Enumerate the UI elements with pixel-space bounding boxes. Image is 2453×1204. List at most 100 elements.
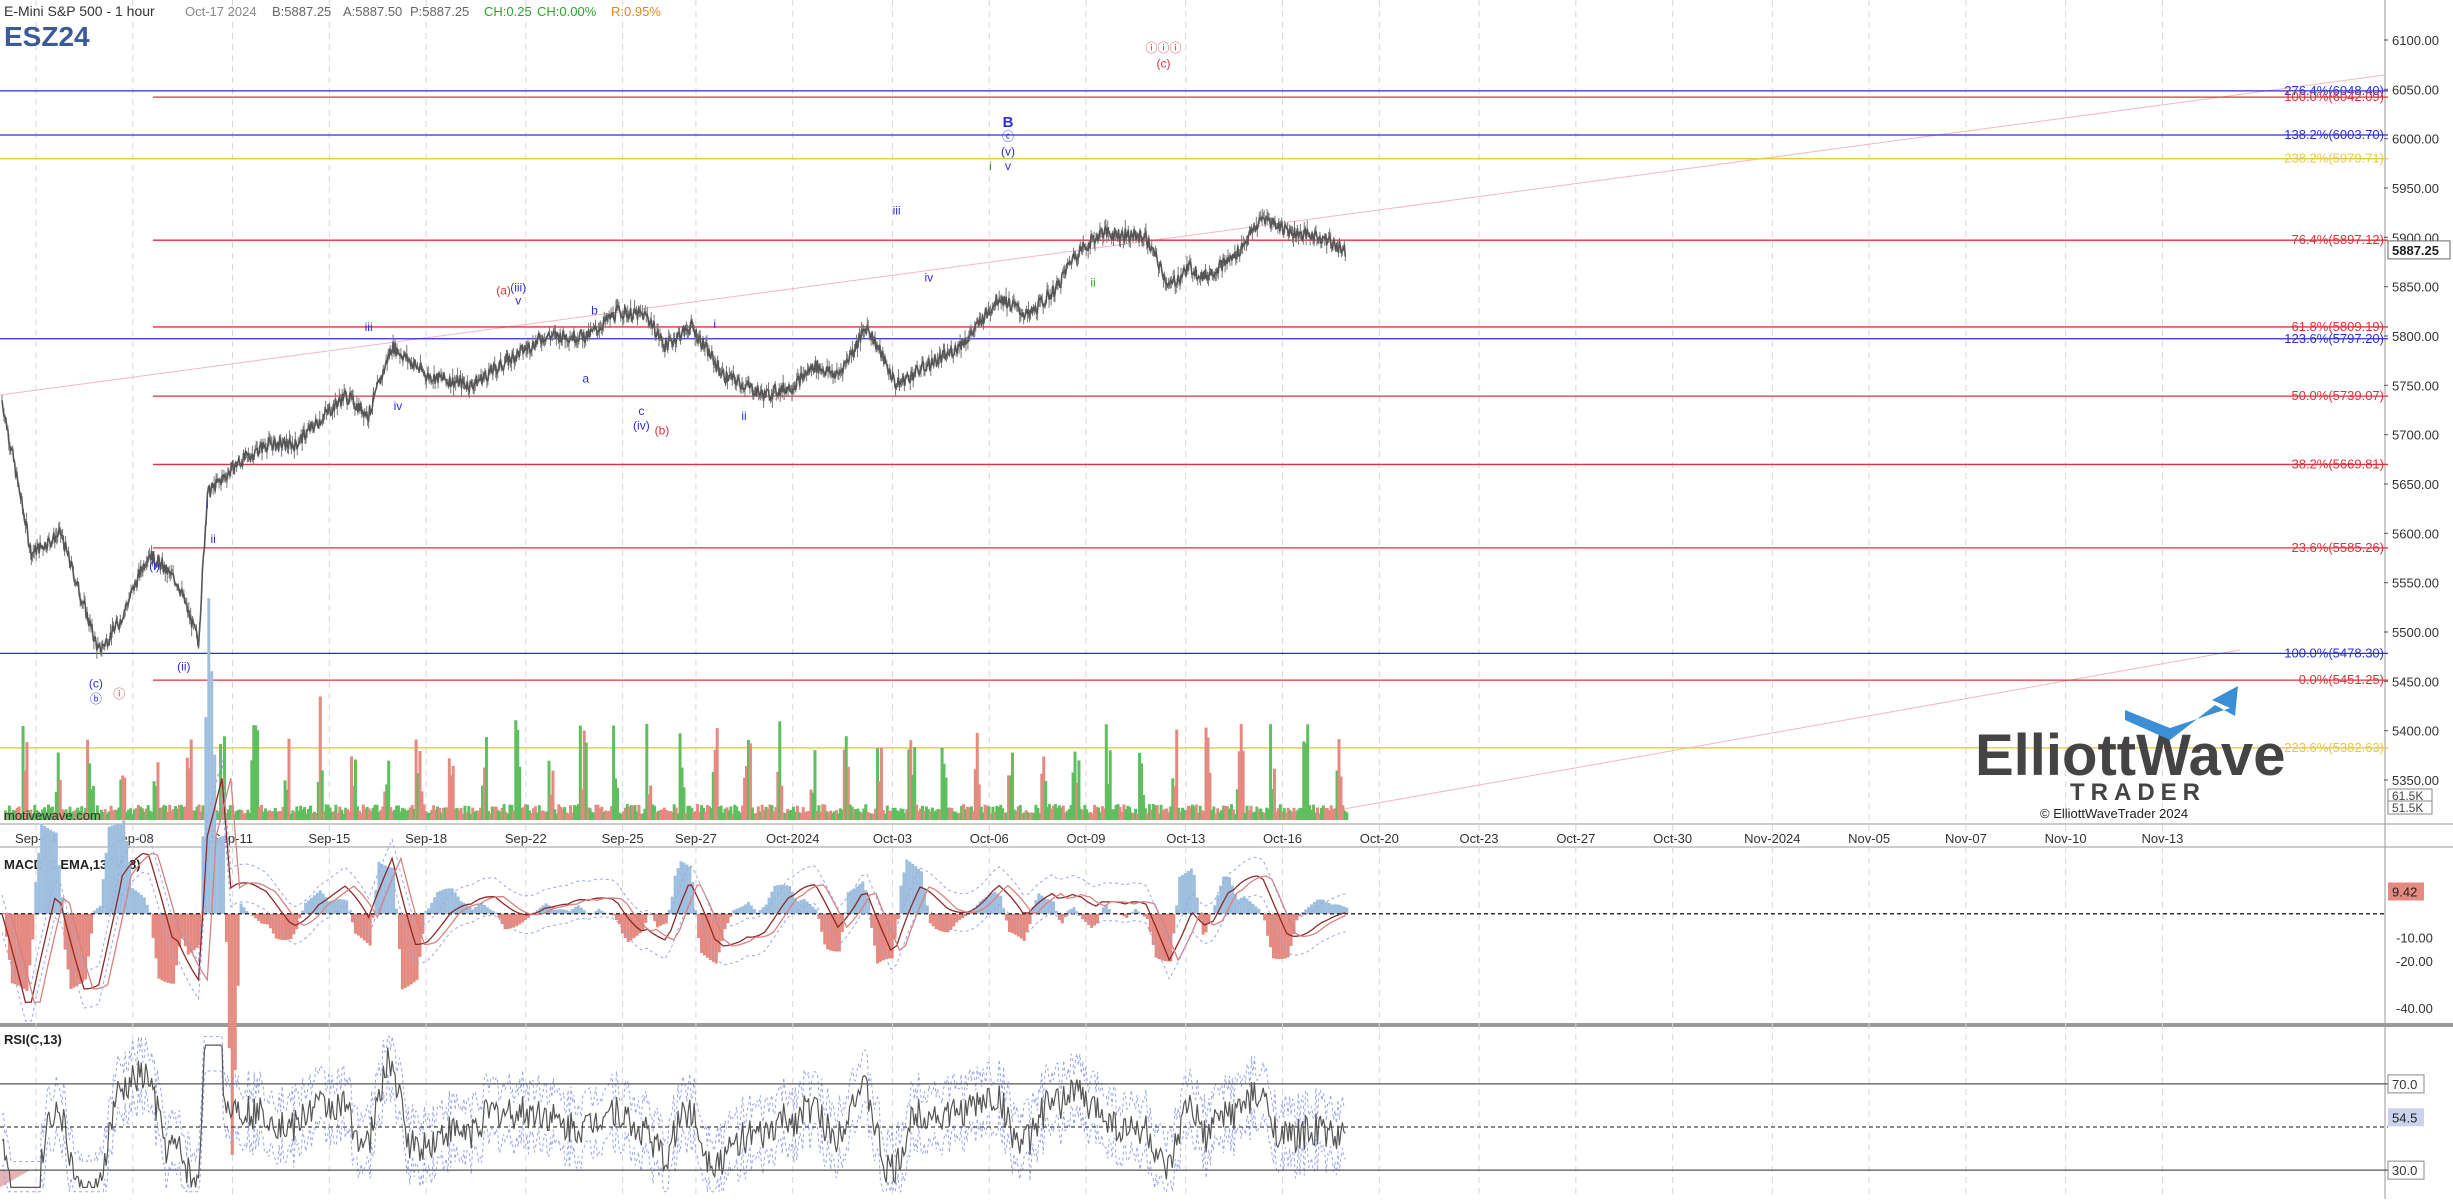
fib-level-label: 123.6%(5797.20) — [2284, 331, 2384, 346]
macd-hist-bar — [750, 906, 753, 914]
macd-hist-bar — [34, 882, 37, 914]
macd-hist-bar — [812, 907, 815, 914]
macd-hist-bar — [339, 899, 342, 914]
wave-label: (c) — [89, 676, 103, 690]
time-tick-label: Oct-27 — [1556, 831, 1595, 846]
macd-hist-bar — [46, 828, 49, 914]
macd-hist-bar — [1134, 909, 1137, 914]
macd-hist-bar — [952, 914, 955, 927]
fib-level-label: 100.0%(5478.30) — [2284, 645, 2384, 660]
macd-hist-bar — [351, 914, 354, 923]
macd-hist-bar — [477, 905, 480, 914]
macd-hist-bar — [1026, 914, 1029, 933]
price-tick-label: 5850.00 — [2392, 280, 2439, 295]
macd-last-label: 9.42 — [2392, 885, 2417, 900]
price-tick-label: 5950.00 — [2392, 181, 2439, 196]
time-tick-label: Oct-2024 — [766, 831, 819, 846]
macd-hist-bar — [1096, 914, 1099, 924]
macd-hist-bar — [943, 914, 946, 932]
wave-label: iii — [893, 204, 901, 218]
macd-hist-bar — [1334, 904, 1337, 913]
symbol-label: ESZ24 — [4, 21, 90, 52]
macd-hist-bar — [797, 901, 800, 914]
macd-hist-bar — [108, 827, 111, 914]
wave-label: ii — [741, 409, 746, 423]
wave-label: i — [206, 498, 209, 512]
macd-hist-bar — [157, 914, 160, 979]
chart-window: 276.4%(6048.40)100.0%(6042.09)138.2%(600… — [0, 0, 2453, 1199]
macd-hist-bar — [234, 914, 237, 1070]
macd-hist-bar — [1246, 899, 1249, 914]
price-tick-label: 6100.00 — [2392, 33, 2439, 48]
time-tick-label: Nov-2024 — [1744, 831, 1800, 846]
macd-hist-bar — [1087, 914, 1090, 925]
macd-hist-bar — [1073, 907, 1076, 914]
macd-hist-bar — [275, 914, 278, 939]
macd-hist-bar — [287, 914, 290, 940]
price-tick-label: 5600.00 — [2392, 526, 2439, 541]
macd-hist-bar — [474, 907, 477, 914]
macd-hist-bar — [269, 914, 272, 928]
macd-hist-bar — [427, 908, 430, 913]
macd-hist-bar — [932, 914, 935, 927]
macd-hist-bar — [1272, 914, 1275, 959]
time-axis: Sep-04Sep-08Sep-11Sep-15Sep-18Sep-22Sep-… — [15, 831, 2183, 846]
macd-hist-bar — [1328, 903, 1331, 914]
chart-svg: 276.4%(6048.40)100.0%(6042.09)138.2%(600… — [0, 0, 2453, 1199]
macd-hist-bar — [28, 914, 31, 965]
header-date: Oct-17 2024 — [185, 4, 257, 19]
macd-hist-bar — [172, 914, 175, 984]
time-tick-label: Nov-10 — [2045, 831, 2087, 846]
macd-hist-bar — [1029, 914, 1032, 924]
macd-hist-bar — [111, 826, 114, 914]
rsi-tick-label: 70.0 — [2392, 1077, 2417, 1092]
macd-hist-bar — [515, 914, 518, 926]
macd-hist-bar — [102, 879, 105, 914]
macd-hist-bar — [266, 914, 269, 925]
instrument-title: E-Mini S&P 500 - 1 hour — [4, 3, 155, 19]
macd-hist-bar — [298, 914, 301, 918]
macd-hist-bar — [336, 899, 339, 914]
macd-hist-bar — [571, 909, 574, 914]
macd-hist-bar — [395, 909, 398, 914]
macd-hist-bar — [105, 853, 108, 914]
wave-label: ii — [211, 532, 216, 546]
macd-hist-bar — [1131, 912, 1134, 914]
macd-hist-bar — [87, 914, 90, 957]
wave-label: v — [515, 293, 521, 307]
macd-hist-bar — [483, 905, 486, 914]
price-tick-label: 5450.00 — [2392, 674, 2439, 689]
macd-hist-bar — [682, 863, 685, 914]
macd-hist-bar — [597, 909, 600, 914]
macd-hist-bar — [1181, 875, 1184, 914]
time-tick-label: Nov-05 — [1848, 831, 1890, 846]
macd-hist-bar — [844, 912, 847, 913]
macd-hist-bar — [718, 914, 721, 953]
fib-level-label: 223.6%(5382.63) — [2284, 740, 2384, 755]
macd-hist-bar — [879, 914, 882, 962]
time-tick-label: Oct-16 — [1263, 831, 1302, 846]
macd-hist-bar — [1339, 905, 1342, 914]
macd-hist-bar — [131, 888, 134, 914]
fib-level-label: 38.2%(5669.81) — [2291, 456, 2384, 471]
macd-hist-bar — [897, 914, 900, 919]
macd-hist-bar — [257, 914, 260, 921]
macd-hist-bar — [457, 897, 460, 914]
wave-label: iv — [924, 271, 933, 285]
time-tick-label: Oct-03 — [873, 831, 912, 846]
macd-hist-bar — [90, 914, 93, 934]
header-price: P:5887.25 — [410, 4, 469, 19]
wave-label: iii — [365, 320, 373, 334]
time-tick-label: Oct-30 — [1653, 831, 1692, 846]
macd-hist-bar — [231, 914, 234, 1155]
macd-hist-bar — [366, 914, 369, 943]
macd-hist-bar — [99, 906, 102, 914]
time-tick-label: Sep-18 — [405, 831, 447, 846]
macd-hist-bar — [289, 914, 292, 939]
macd-hist-bar — [512, 914, 515, 928]
macd-hist-bar — [143, 897, 146, 913]
macd-hist-bar — [826, 914, 829, 950]
last-price-label: 5887.25 — [2392, 243, 2439, 258]
macd-hist-bar — [671, 897, 674, 914]
macd-hist-bar — [152, 914, 155, 938]
